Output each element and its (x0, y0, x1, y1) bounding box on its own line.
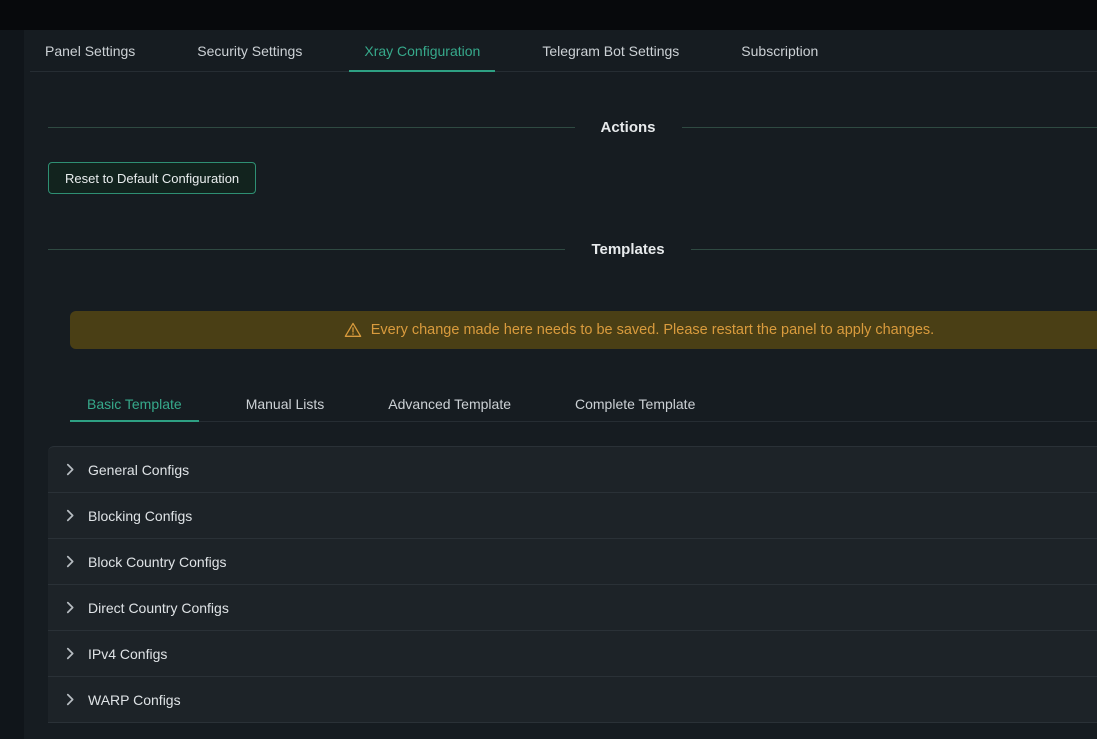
reset-default-config-button[interactable]: Reset to Default Configuration (48, 162, 256, 194)
subtab-label: Basic Template (87, 396, 182, 412)
accordion-row-block-country-configs[interactable]: Block Country Configs (48, 539, 1097, 585)
accordion-row-direct-country-configs[interactable]: Direct Country Configs (48, 585, 1097, 631)
chevron-right-icon (66, 509, 75, 522)
subtab-manual-lists[interactable]: Manual Lists (229, 386, 342, 421)
tab-panel-settings[interactable]: Panel Settings (30, 30, 150, 71)
tab-label: Xray Configuration (364, 43, 480, 59)
accordion-row-label: Direct Country Configs (88, 600, 229, 616)
warning-alert-text: Every change made here needs to be saved… (371, 322, 934, 338)
subtab-label: Advanced Template (388, 396, 511, 412)
subtab-basic-template[interactable]: Basic Template (70, 386, 199, 421)
tab-subscription[interactable]: Subscription (726, 30, 833, 71)
template-tabs: Basic Template Manual Lists Advanced Tem… (70, 386, 1097, 422)
subtab-label: Manual Lists (246, 396, 325, 412)
tab-security-settings[interactable]: Security Settings (182, 30, 317, 71)
accordion-row-label: General Configs (88, 462, 189, 478)
accordion-row-label: WARP Configs (88, 692, 181, 708)
tab-label: Panel Settings (45, 43, 135, 59)
chevron-right-icon (66, 555, 75, 568)
tab-xray-configuration[interactable]: Xray Configuration (349, 30, 495, 71)
tab-label: Telegram Bot Settings (542, 43, 679, 59)
warning-triangle-icon (344, 321, 362, 339)
templates-divider-label: Templates (565, 241, 690, 258)
tab-label: Security Settings (197, 43, 302, 59)
actions-divider-label: Actions (575, 119, 682, 136)
chevron-right-icon (66, 693, 75, 706)
accordion-row-warp-configs[interactable]: WARP Configs (48, 677, 1097, 723)
subtab-complete-template[interactable]: Complete Template (558, 386, 712, 421)
accordion-row-blocking-configs[interactable]: Blocking Configs (48, 493, 1097, 539)
subtab-advanced-template[interactable]: Advanced Template (371, 386, 528, 421)
divider-line (48, 249, 565, 250)
chevron-right-icon (66, 601, 75, 614)
chevron-right-icon (66, 647, 75, 660)
accordion-row-label: Blocking Configs (88, 508, 192, 524)
tab-telegram-bot-settings[interactable]: Telegram Bot Settings (527, 30, 694, 71)
settings-tabs: Panel Settings Security Settings Xray Co… (30, 30, 1097, 72)
divider-line (691, 249, 1097, 250)
accordion-row-label: IPv4 Configs (88, 646, 167, 662)
templates-panel: Every change made here needs to be saved… (70, 311, 1097, 422)
accordion-row-general-configs[interactable]: General Configs (48, 447, 1097, 493)
tab-label: Subscription (741, 43, 818, 59)
actions-divider: Actions (48, 116, 1097, 138)
accordion-row-label: Block Country Configs (88, 554, 227, 570)
divider-line (48, 127, 575, 128)
divider-line (682, 127, 1097, 128)
settings-card: Panel Settings Security Settings Xray Co… (24, 30, 1097, 739)
template-accordion: General Configs Blocking Configs Block C… (48, 446, 1097, 723)
warning-alert: Every change made here needs to be saved… (70, 311, 1097, 349)
templates-divider: Templates (48, 238, 1097, 260)
window-top-bar (0, 0, 1097, 30)
accordion-row-ipv4-configs[interactable]: IPv4 Configs (48, 631, 1097, 677)
subtab-label: Complete Template (575, 396, 695, 412)
chevron-right-icon (66, 463, 75, 476)
